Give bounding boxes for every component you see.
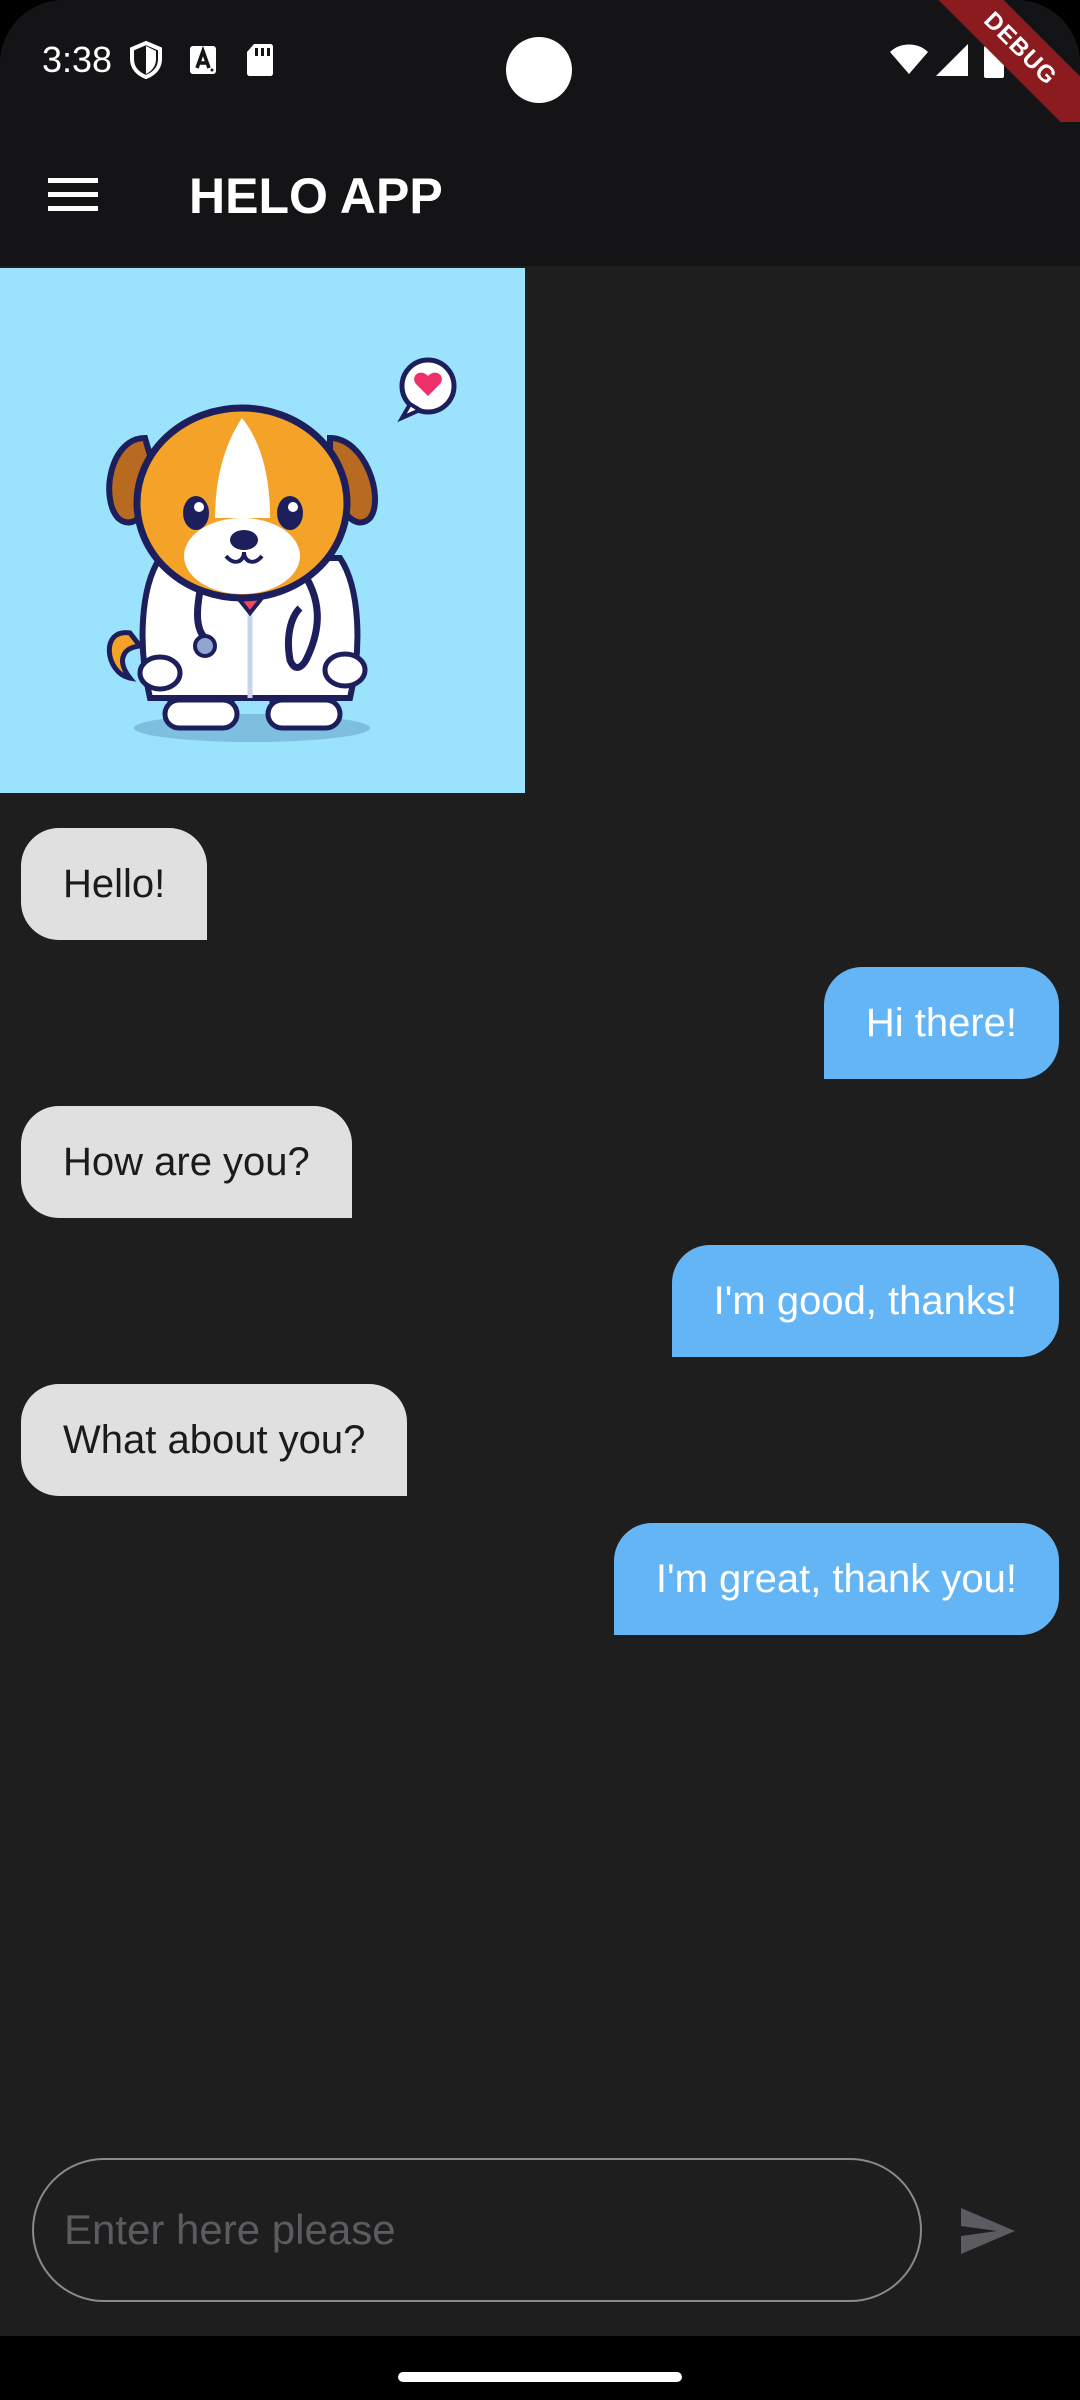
menu-button[interactable] [30, 158, 116, 230]
status-time: 3:38 [42, 39, 113, 80]
message-bubble-outgoing: I'm great, thank you! [613, 1523, 1059, 1635]
wifi-icon [890, 44, 928, 74]
app-title: HELO APP [189, 168, 443, 224]
send-button[interactable] [948, 2196, 1028, 2266]
hero-image [0, 268, 525, 793]
front-camera [506, 37, 572, 103]
status-bar: 3:38 DEBUG [0, 0, 1080, 151]
sd-card-icon [247, 44, 273, 76]
font-a-icon [190, 45, 216, 74]
app-screen: 3:38 DEBUG HELO APP Hello! Hi there! How… [0, 0, 1080, 2400]
hamburger-menu-icon [48, 178, 98, 211]
message-bubble-outgoing: I'm good, thanks! [671, 1245, 1059, 1357]
message-bubble-incoming: Hello! [21, 828, 208, 940]
send-icon [961, 2208, 1015, 2254]
system-nav-bar [0, 2336, 1080, 2400]
message-bubble-incoming: How are you? [21, 1106, 352, 1218]
home-indicator[interactable] [398, 2372, 682, 2382]
app-bar: HELO APP [0, 122, 1080, 266]
message-bubble-outgoing: Hi there! [823, 967, 1059, 1079]
dog-doctor-illustration [106, 357, 457, 742]
message-bubble-incoming: What about you? [21, 1384, 408, 1496]
shield-icon [130, 40, 162, 80]
signal-icon [936, 44, 968, 76]
message-input[interactable] [32, 2158, 922, 2302]
